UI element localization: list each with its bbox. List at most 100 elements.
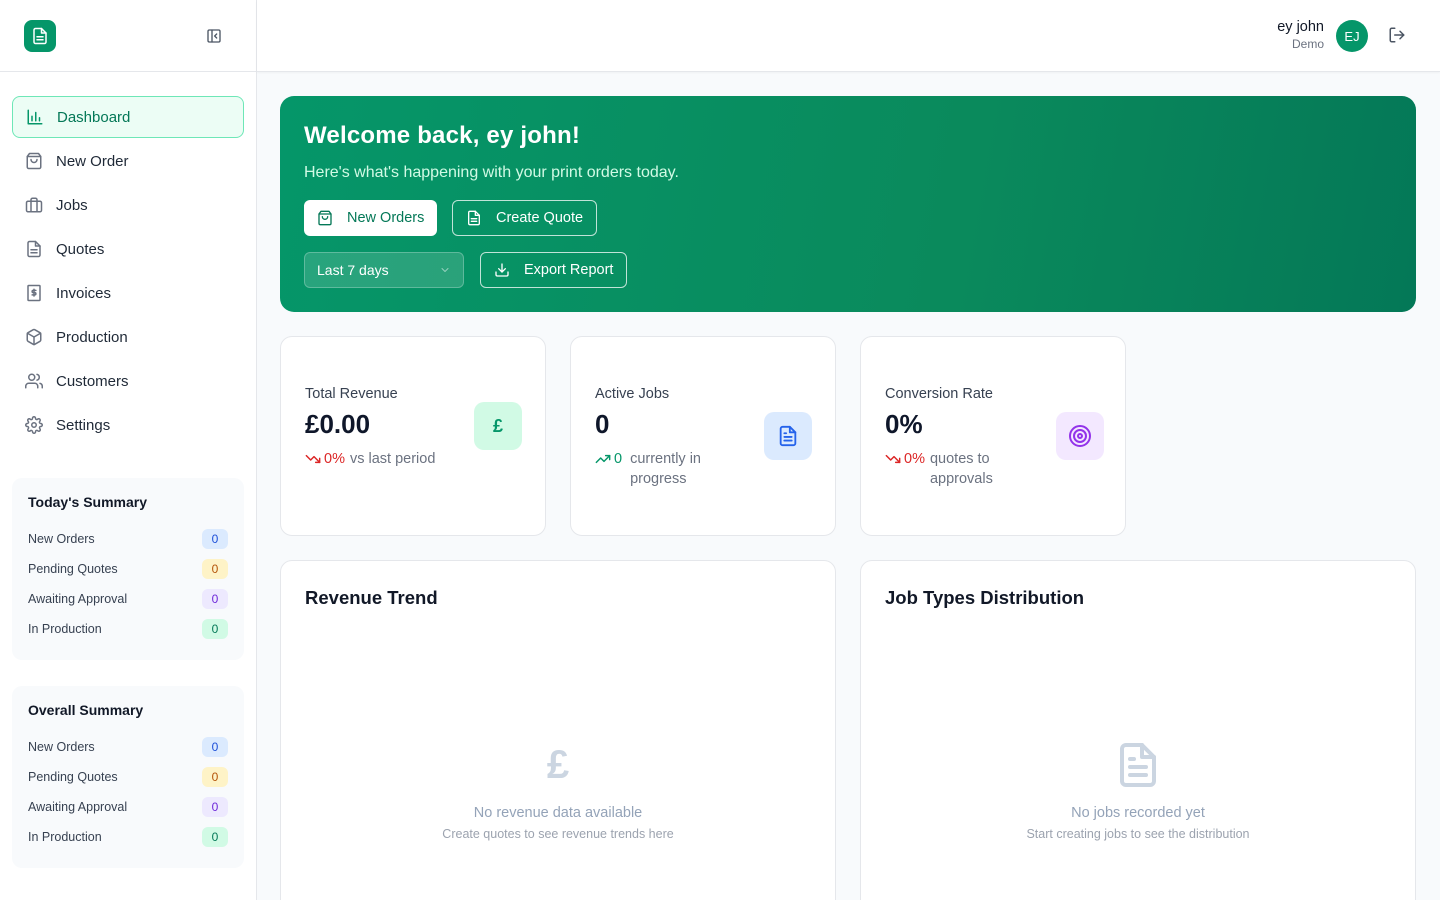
sidebar-item-label: Production xyxy=(56,328,128,346)
user-name: ey john xyxy=(1277,19,1324,35)
new-orders-button[interactable]: New Orders xyxy=(304,200,438,236)
sidebar-item-label: Settings xyxy=(56,416,111,434)
gear-icon xyxy=(24,415,44,435)
welcome-title: Welcome back, ey john! xyxy=(304,122,581,149)
sidebar-item-new-order[interactable]: New Order xyxy=(12,140,244,182)
pound-icon: £ xyxy=(546,743,570,787)
user-role: Demo xyxy=(1291,37,1324,51)
document-logo-icon xyxy=(33,27,47,45)
summary-label: Awaiting Approval xyxy=(28,592,128,606)
summary-label: New Orders xyxy=(28,740,95,754)
file-text-icon xyxy=(468,210,480,226)
summary-label: Pending Quotes xyxy=(28,562,118,576)
summary-row: Pending Quotes 0 xyxy=(28,554,228,584)
summary-label: Pending Quotes xyxy=(28,770,118,784)
count-badge: 0 xyxy=(202,589,228,609)
period-select-value: Last 7 days xyxy=(317,262,389,278)
users-icon xyxy=(24,371,44,391)
export-report-label: Export Report xyxy=(524,262,614,278)
empty-state-subtitle: Start creating jobs to see the distribut… xyxy=(1026,827,1250,841)
count-badge: 0 xyxy=(202,827,228,847)
job-types-card: Job Types Distribution No jobs recorded … xyxy=(860,560,1416,900)
avatar[interactable]: EJ xyxy=(1336,20,1368,52)
welcome-banner: Welcome back, ey john! Here's what's hap… xyxy=(280,96,1416,312)
stat-change: 0% xyxy=(904,451,925,467)
summary-label: New Orders xyxy=(28,532,95,546)
logout-icon xyxy=(1389,27,1405,43)
stat-label: Conversion Rate xyxy=(885,386,993,402)
count-badge: 0 xyxy=(202,737,228,757)
sidebar-collapse-button[interactable] xyxy=(204,26,224,46)
card-title: Job Types Distribution xyxy=(885,587,1085,608)
stat-note: quotes to approvals xyxy=(929,451,993,487)
sidebar-item-label: Customers xyxy=(56,372,129,390)
empty-state: No jobs recorded yet Start creating jobs… xyxy=(861,741,1415,841)
sidebar-item-dashboard[interactable]: Dashboard xyxy=(12,96,244,138)
package-icon xyxy=(24,327,44,347)
sidebar: Dashboard New Order Jobs Quotes Invoices xyxy=(0,0,257,900)
empty-state: £ No revenue data available Create quote… xyxy=(281,741,835,841)
download-icon xyxy=(495,263,509,277)
stat-trend: 0% vs last period xyxy=(305,449,435,469)
logout-button[interactable] xyxy=(1388,26,1408,46)
user-info: ey john Demo xyxy=(1277,19,1324,51)
sidebar-item-label: New Order xyxy=(56,152,129,170)
overall-summary-panel: Overall Summary New Orders 0 Pending Quo… xyxy=(12,686,244,868)
stat-change: 0 xyxy=(614,451,623,467)
briefcase-icon xyxy=(24,195,44,215)
sidebar-item-label: Quotes xyxy=(56,240,105,258)
empty-state-title: No revenue data available xyxy=(473,805,643,821)
file-text-icon xyxy=(1120,743,1156,787)
period-select[interactable]: Last 7 days xyxy=(304,252,464,288)
count-badge: 0 xyxy=(202,797,228,817)
count-badge: 0 xyxy=(202,619,228,639)
sidebar-item-settings[interactable]: Settings xyxy=(12,404,244,446)
document-icon xyxy=(764,412,812,460)
app-logo[interactable] xyxy=(24,20,56,52)
sidebar-nav: Dashboard New Order Jobs Quotes Invoices xyxy=(12,96,244,448)
active-jobs-card: Active Jobs 0 0 currently in progress xyxy=(570,336,836,536)
total-revenue-card: Total Revenue £0.00 0% vs last period £ xyxy=(280,336,546,536)
sidebar-item-production[interactable]: Production xyxy=(12,316,244,358)
sidebar-item-quotes[interactable]: Quotes xyxy=(12,228,244,270)
sidebar-item-invoices[interactable]: Invoices xyxy=(12,272,244,314)
summary-row: New Orders 0 xyxy=(28,524,228,554)
stat-change: 0% xyxy=(324,451,345,467)
summary-row: Awaiting Approval 0 xyxy=(28,792,228,822)
shopping-bag-icon xyxy=(24,151,44,171)
empty-state-title: No jobs recorded yet xyxy=(1071,805,1205,821)
receipt-icon xyxy=(24,283,44,303)
count-badge: 0 xyxy=(202,767,228,787)
stat-value: 0 xyxy=(595,409,610,439)
stat-note: vs last period xyxy=(349,451,436,467)
summary-row: In Production 0 xyxy=(28,614,228,644)
trending-down-icon xyxy=(305,454,321,464)
export-report-button[interactable]: Export Report xyxy=(480,252,628,288)
panel-left-close-icon xyxy=(207,29,221,43)
stat-trend: 0% quotes to approvals xyxy=(885,449,1026,489)
empty-state-subtitle: Create quotes to see revenue trends here xyxy=(442,827,674,841)
chevron-down-icon xyxy=(441,268,449,272)
trending-down-icon xyxy=(885,454,901,464)
conversion-rate-card: Conversion Rate 0% 0% quotes to approval… xyxy=(860,336,1126,536)
sidebar-item-customers[interactable]: Customers xyxy=(12,360,244,402)
stat-label: Total Revenue xyxy=(305,386,398,402)
stat-value: 0% xyxy=(885,409,923,439)
sidebar-item-jobs[interactable]: Jobs xyxy=(12,184,244,226)
today-summary-panel: Today's Summary New Orders 0 Pending Quo… xyxy=(12,478,244,660)
shopping-bag-icon xyxy=(318,210,332,226)
count-badge: 0 xyxy=(202,559,228,579)
top-bar: ey john Demo EJ xyxy=(257,0,1440,72)
revenue-trend-card: Revenue Trend £ No revenue data availabl… xyxy=(280,560,836,900)
pound-icon: £ xyxy=(474,402,522,450)
sidebar-item-label: Jobs xyxy=(56,196,88,214)
summary-label: Awaiting Approval xyxy=(28,800,128,814)
card-title: Revenue Trend xyxy=(305,587,438,608)
create-quote-button[interactable]: Create Quote xyxy=(452,200,598,236)
stat-note: currently in progress xyxy=(630,451,701,487)
summary-row: Pending Quotes 0 xyxy=(28,762,228,792)
count-badge: 0 xyxy=(202,529,228,549)
stat-trend: 0 currently in progress xyxy=(595,449,740,489)
new-orders-label: New Orders xyxy=(347,210,425,226)
welcome-subtitle: Here's what's happening with your print … xyxy=(304,164,679,181)
